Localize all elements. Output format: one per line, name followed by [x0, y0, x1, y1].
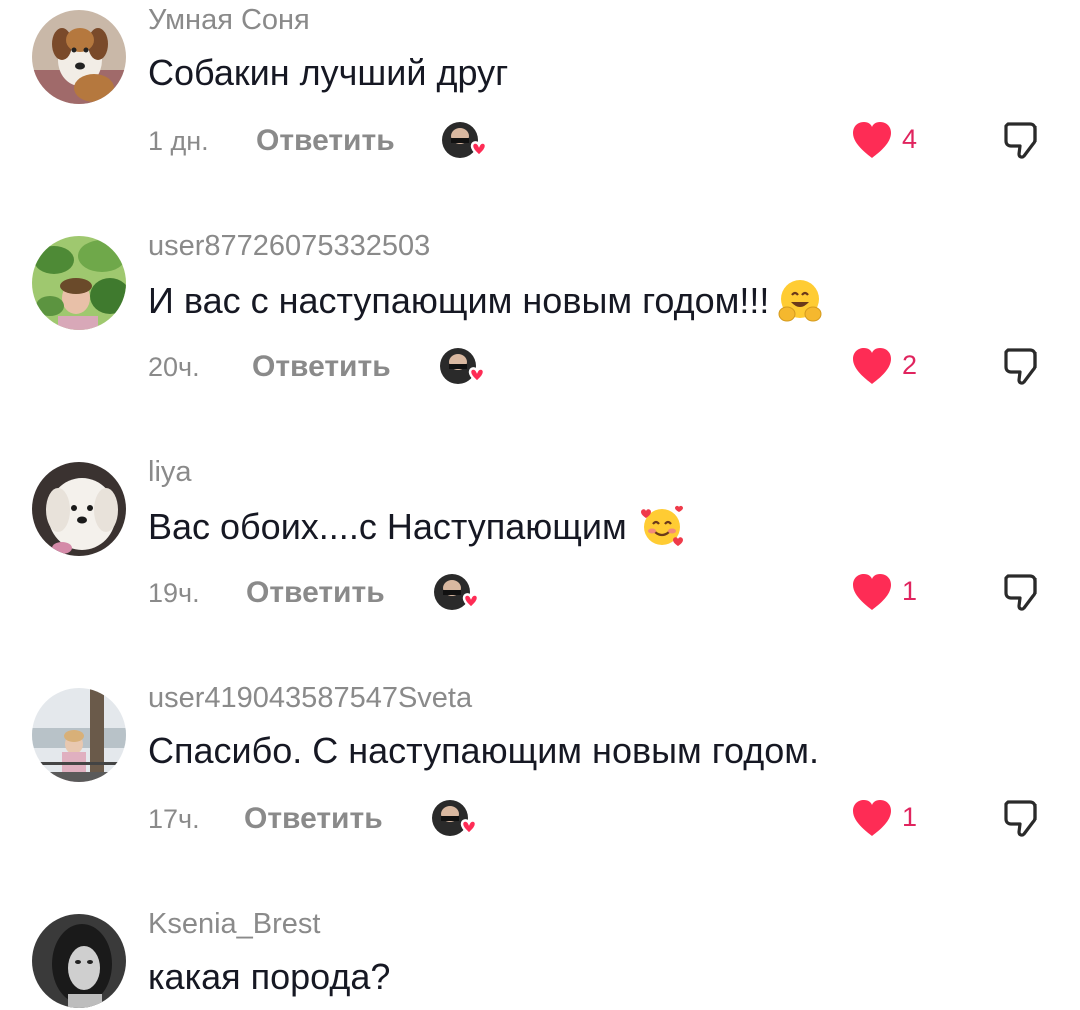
comment-username[interactable]: liya	[148, 456, 192, 489]
comment-text: Собакин лучший друг	[148, 52, 508, 94]
comment-item: user87726075332503 И вас с наступающим н…	[0, 226, 1080, 452]
avatar[interactable]	[32, 688, 126, 782]
like-button[interactable]: 2	[850, 346, 940, 390]
comment-text: И вас с наступающим новым годом!!!	[148, 278, 823, 324]
comment-item: Ksenia_Brest какая порода?	[0, 904, 1080, 1010]
smiling-face-with-hearts-emoji-icon	[639, 504, 685, 550]
thumbs-down-icon	[1004, 122, 1037, 159]
thumbs-down-icon	[1004, 348, 1037, 385]
comment-text: Вас обоих....с Наступающим	[148, 504, 685, 550]
comment-username[interactable]: user87726075332503	[148, 230, 430, 263]
reply-button[interactable]: Ответить	[256, 124, 395, 158]
comment-username[interactable]: Умная Соня	[148, 4, 310, 37]
comment-text-content: Вас обоих....с Наступающим	[148, 506, 627, 547]
comment-username[interactable]: user419043587547Sveta	[148, 682, 472, 715]
creator-liked-icon	[430, 798, 480, 842]
hugging-face-emoji-icon	[777, 278, 823, 324]
like-button[interactable]: 1	[850, 572, 940, 616]
comment-time: 20ч.	[148, 352, 200, 382]
like-count: 1	[902, 576, 918, 606]
reply-button[interactable]: Ответить	[246, 576, 385, 610]
like-count: 4	[902, 124, 918, 154]
heart-filled-icon	[850, 120, 894, 160]
white-dog-avatar-icon	[32, 462, 126, 556]
like-count: 1	[902, 802, 918, 832]
comment-actions: 17ч. Ответить 1	[148, 800, 1048, 840]
comment-text: Спасибо. С наступающим новым годом.	[148, 730, 819, 772]
comment-actions: 20ч. Ответить 2	[148, 348, 1048, 388]
dislike-button[interactable]	[1000, 344, 1044, 388]
bw-portrait-avatar-icon	[32, 914, 126, 1008]
like-button[interactable]: 4	[850, 120, 940, 164]
creator-liked-icon	[432, 572, 482, 616]
comment-text-content: какая порода?	[148, 956, 391, 997]
creator-liked-icon	[440, 120, 490, 164]
comment-time: 1 дн.	[148, 126, 209, 156]
plants-avatar-icon	[32, 236, 126, 330]
like-button[interactable]: 1	[850, 798, 940, 842]
dog-avatar-icon	[32, 10, 126, 104]
heart-filled-icon	[850, 346, 894, 386]
comment-item: liya Вас обоих....с Наступающим 19ч. Отв…	[0, 452, 1080, 678]
comment-text-content: Собакин лучший друг	[148, 52, 509, 93]
creator-liked-icon	[438, 346, 488, 390]
avatar[interactable]	[32, 462, 126, 556]
dislike-button[interactable]	[1000, 570, 1044, 614]
comment-item: Умная Соня Собакин лучший друг 1 дн. Отв…	[0, 0, 1080, 226]
comment-text-content: И вас с наступающим новым годом!!!	[148, 280, 770, 321]
comment-text-content: Спасибо. С наступающим новым годом.	[148, 730, 820, 771]
person-seaside-avatar-icon	[32, 688, 126, 782]
comment-item: user419043587547Sveta Спасибо. С наступа…	[0, 678, 1080, 904]
heart-filled-icon	[850, 798, 894, 838]
dislike-button[interactable]	[1000, 118, 1044, 162]
heart-filled-icon	[850, 572, 894, 612]
comment-time: 17ч.	[148, 804, 200, 834]
like-count: 2	[902, 350, 918, 380]
avatar[interactable]	[32, 10, 126, 104]
reply-button[interactable]: Ответить	[252, 350, 391, 384]
avatar[interactable]	[32, 914, 126, 1008]
comment-actions: 1 дн. Ответить 4	[148, 122, 1048, 162]
comment-time: 19ч.	[148, 578, 200, 608]
thumbs-down-icon	[1004, 800, 1037, 837]
reply-button[interactable]: Ответить	[244, 802, 383, 836]
avatar[interactable]	[32, 236, 126, 330]
comment-list: Умная Соня Собакин лучший друг 1 дн. Отв…	[0, 0, 1080, 1010]
comment-text: какая порода?	[148, 956, 390, 998]
thumbs-down-icon	[1004, 574, 1037, 611]
dislike-button[interactable]	[1000, 796, 1044, 840]
comment-actions: 19ч. Ответить 1	[148, 574, 1048, 614]
comment-username[interactable]: Ksenia_Brest	[148, 908, 321, 941]
